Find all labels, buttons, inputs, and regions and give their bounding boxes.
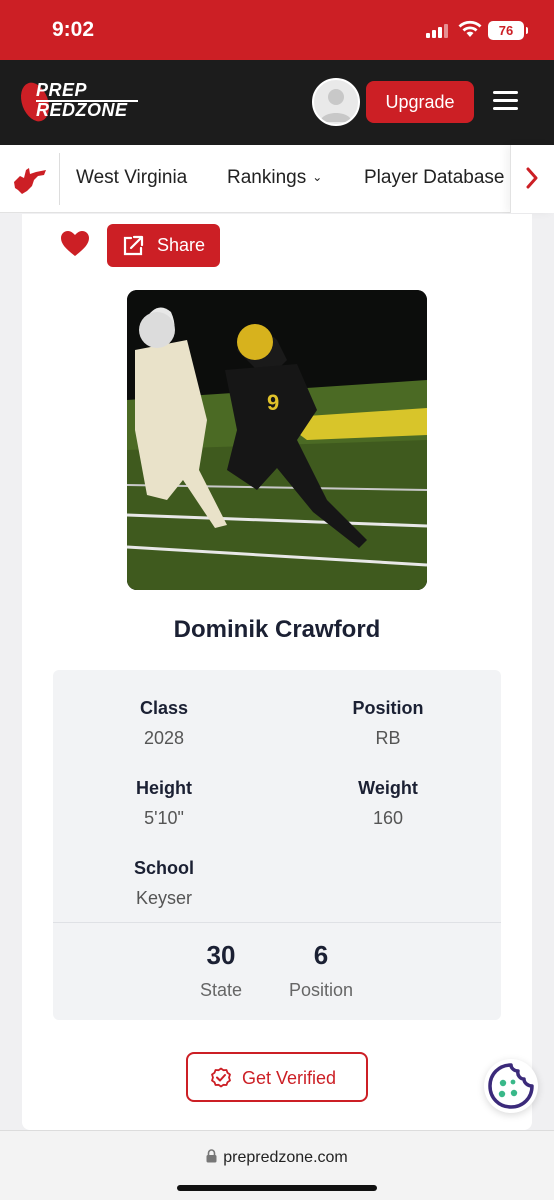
- height-label: Height: [136, 778, 192, 798]
- player-photo: 9: [127, 290, 427, 590]
- nav-item-label: Player Database: [364, 167, 505, 188]
- weight-label: Weight: [358, 778, 418, 798]
- nav-divider: [59, 153, 60, 205]
- status-bar: 9:02 76: [0, 0, 554, 60]
- get-verified-button[interactable]: Get Verified: [186, 1052, 368, 1102]
- state-rank-label: State: [199, 980, 243, 1000]
- share-icon: [123, 235, 144, 256]
- home-indicator[interactable]: [177, 1185, 377, 1191]
- svg-text:9: 9: [267, 390, 279, 415]
- chevron-right-icon: [526, 167, 538, 189]
- verified-check-icon: [211, 1067, 231, 1088]
- status-time: 9:02: [52, 18, 95, 41]
- state-nav-bar: West Virginia Rankings ⌄ Player Database: [0, 145, 554, 213]
- user-avatar-icon[interactable]: [312, 78, 360, 126]
- heart-icon[interactable]: [60, 230, 90, 257]
- prep-redzone-logo[interactable]: PREP REDZONE: [15, 78, 142, 126]
- nav-item-label: Rankings: [227, 167, 307, 188]
- get-verified-label: Get Verified: [242, 1068, 337, 1088]
- height-value: 5'10": [144, 808, 184, 828]
- player-name: Dominik Crawford: [173, 616, 381, 643]
- position-value: RB: [375, 728, 401, 748]
- nav-scroll-right-button[interactable]: [510, 145, 554, 213]
- wifi-icon: [458, 20, 482, 37]
- browser-address-bar[interactable]: prepredzone.com: [0, 1130, 554, 1200]
- nav-item-west-virginia[interactable]: West Virginia: [76, 167, 187, 189]
- hamburger-menu-icon[interactable]: [493, 91, 518, 111]
- share-button[interactable]: Share: [107, 224, 220, 267]
- weight-value: 160: [372, 808, 404, 828]
- position-rank-number: 6: [313, 940, 329, 970]
- url-display[interactable]: prepredzone.com: [0, 1149, 554, 1167]
- school-label: School: [133, 858, 194, 878]
- class-value: 2028: [143, 728, 185, 748]
- nav-item-player-database[interactable]: Player Database: [364, 167, 504, 189]
- logo-line1: PREP: [36, 80, 88, 100]
- share-label: Share: [157, 235, 206, 255]
- cookie-icon[interactable]: [484, 1059, 538, 1113]
- nav-item-label: West Virginia: [76, 167, 188, 188]
- details-divider: [53, 922, 501, 923]
- chevron-down-icon: ⌄: [312, 170, 323, 184]
- upgrade-button[interactable]: Upgrade: [366, 81, 474, 123]
- signal-icon: [426, 22, 450, 38]
- nav-item-rankings[interactable]: Rankings ⌄: [227, 167, 322, 189]
- class-label: Class: [139, 698, 189, 718]
- position-rank-label: Position: [288, 980, 354, 1000]
- player-details-panel: Class 2028 Position RB Height 5'10" Weig…: [53, 670, 501, 1020]
- west-virginia-state-icon[interactable]: [10, 164, 48, 196]
- url-text: prepredzone.com: [223, 1149, 348, 1166]
- lock-icon: [206, 1149, 217, 1163]
- battery-icon: 76: [488, 21, 528, 40]
- player-profile-card: Share 9 Dominik Crawford Class 2028 Posi…: [22, 214, 532, 1130]
- state-rank-number: 30: [206, 940, 236, 970]
- position-label: Position: [352, 698, 424, 718]
- logo-line2: REDZONE: [36, 100, 128, 120]
- school-value[interactable]: Keyser: [94, 888, 234, 909]
